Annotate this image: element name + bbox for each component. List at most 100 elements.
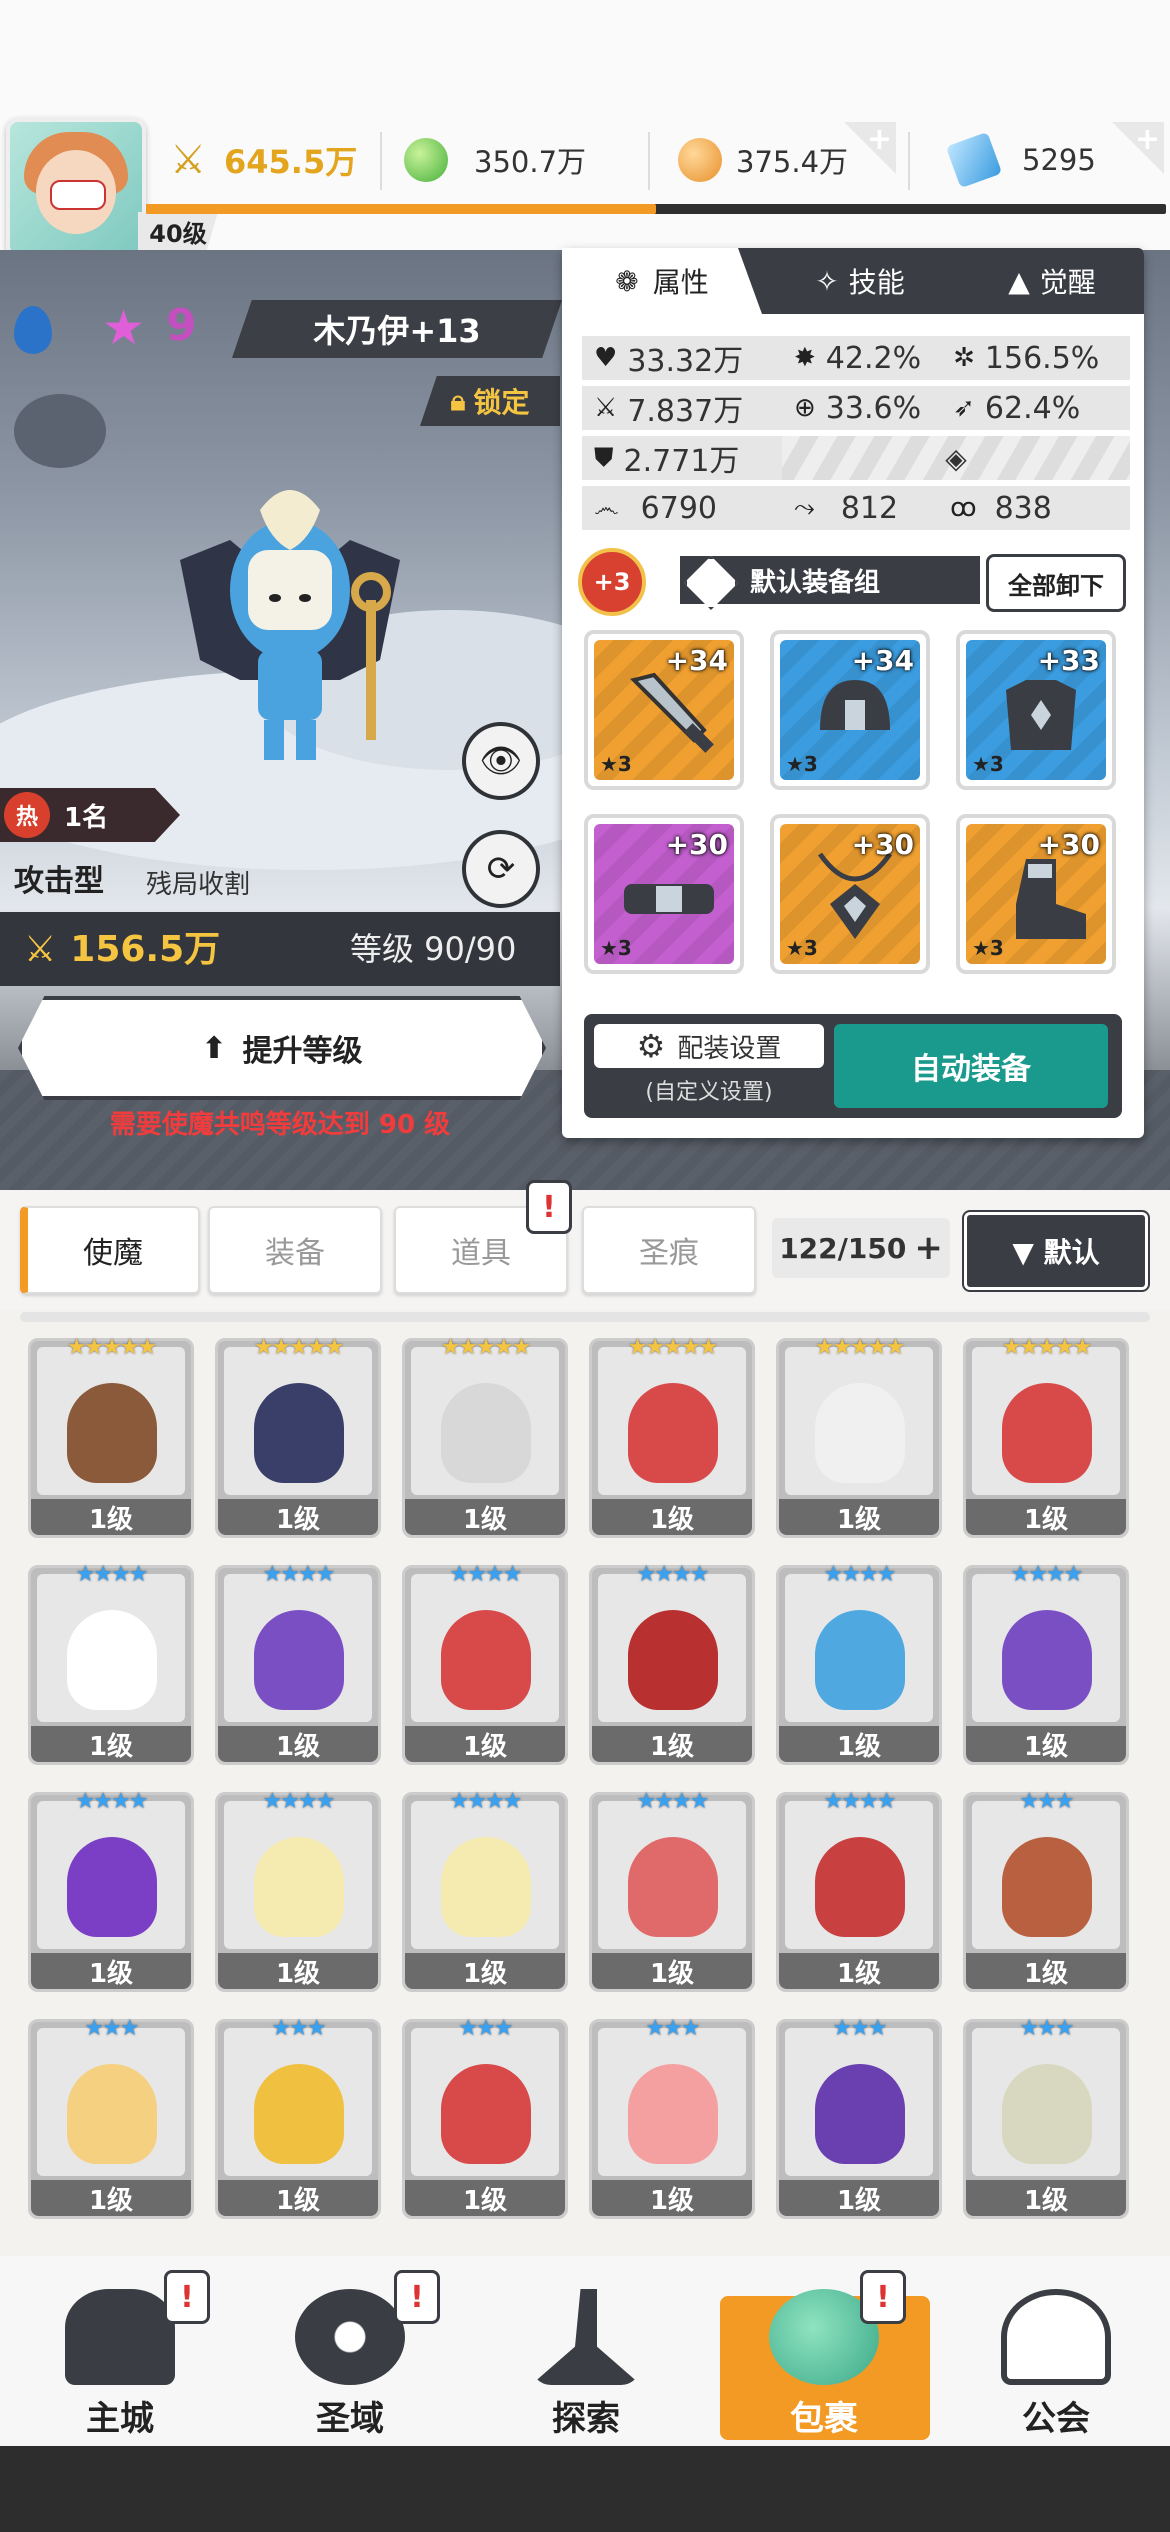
hero-name: 木乃伊+13 [232, 300, 562, 358]
familiar-grid: ★★★★★ 1级 ★★★★★ 1级 ★★★★★ 1级 ★★★★★ 1级 ★★★★★ 1级 ★★★★★… [0, 1330, 1170, 2256]
familiar-card[interactable]: ★★★★★ 1级 [402, 1335, 568, 1538]
monster-figure [441, 2064, 531, 2164]
card-stars: ★★★★★ [66, 1335, 158, 1360]
castle-icon [65, 2289, 175, 2385]
view-3d-button[interactable]: 👁︎ [462, 722, 540, 800]
familiar-card[interactable]: ★★★★ 1级 [776, 1789, 942, 1992]
hero-type: 攻击型 [14, 864, 104, 899]
card-stars: ★★★ [645, 2016, 700, 2041]
monster-figure [67, 2064, 157, 2164]
player-avatar[interactable] [6, 118, 146, 258]
rotate-button[interactable]: ⟳ [462, 830, 540, 908]
config-settings-button[interactable]: ⚙ 配装设置 [594, 1024, 824, 1068]
equip-slot-boots[interactable]: +30 ★3 [956, 814, 1116, 974]
familiar-portrait [37, 1801, 185, 1949]
familiar-card[interactable]: ★★★★ 1级 [963, 1562, 1129, 1765]
equip-slot-helmet[interactable]: +34 ★3 [770, 630, 930, 790]
monster-figure [441, 1383, 531, 1483]
gem-value: 5295 [1022, 143, 1096, 177]
familiar-card[interactable]: ★★★★ 1级 [28, 1562, 194, 1765]
familiar-card[interactable]: ★★★ 1级 [28, 2016, 194, 2219]
card-stars: ★★★★★ [627, 1335, 719, 1360]
mummy-character[interactable] [140, 480, 440, 800]
monster-figure [815, 1837, 905, 1937]
lock-button[interactable]: 🔒︎ 锁定 [420, 376, 560, 426]
familiar-portrait [37, 1574, 185, 1722]
tab-familiar[interactable]: 使魔 [20, 1206, 200, 1294]
heart-icon: ♥ [594, 343, 618, 373]
equip-slot-armor[interactable]: +33 ★3 [956, 630, 1116, 790]
equip-slot-belt[interactable]: +30 ★3 [584, 814, 744, 974]
familiar-card[interactable]: ★★★ 1级 [589, 2016, 755, 2219]
tab-awaken[interactable]: ▲ 觉醒 [960, 248, 1144, 314]
hot-rank-badge[interactable]: 热 1名 [0, 788, 180, 842]
equip-slot-weapon[interactable]: +34 ★3 [584, 630, 744, 790]
stat-crit-dmg: 156.5% [984, 340, 1100, 376]
tab-equipment[interactable]: 装备 [208, 1206, 382, 1294]
familiar-card[interactable]: ★★★★ 1级 [776, 1562, 942, 1765]
card-stars: ★★★★ [75, 1562, 149, 1587]
nav-explore[interactable]: 探索 [496, 2270, 676, 2440]
stat-atk: ⚔ 7.837万 [582, 386, 782, 430]
unequip-all-button[interactable]: 全部卸下 [986, 554, 1126, 612]
gem-resource[interactable]: 5295 [945, 126, 1096, 194]
familiar-card[interactable]: ★★★ 1级 [215, 2016, 381, 2219]
hero-power: ⚔ 156.5万 [24, 929, 221, 970]
familiar-card[interactable]: ★★★★★ 1级 [28, 1335, 194, 1538]
hero-skill-tag: 残局收割 [146, 870, 251, 900]
witch-hat-icon[interactable] [14, 394, 106, 468]
familiar-portrait [37, 2028, 185, 2176]
familiar-card[interactable]: ★★★★★ 1级 [215, 1335, 381, 1538]
card-stars: ★★★★ [823, 1789, 897, 1814]
familiar-card[interactable]: ★★★★ 1级 [28, 1789, 194, 1992]
tab-stigma[interactable]: 圣痕 [582, 1206, 756, 1294]
card-level: 1级 [31, 1726, 191, 1762]
familiar-card[interactable]: ★★★★ 1级 [215, 1562, 381, 1765]
familiar-portrait [785, 1801, 933, 1949]
swirl-icon: ෴ [594, 492, 619, 523]
familiar-card[interactable]: ★★★ 1级 [776, 2016, 942, 2219]
card-stars: ★★★★★ [814, 1335, 906, 1360]
monster-figure [254, 1837, 344, 1937]
monster-figure [628, 1837, 718, 1937]
bag-capacity[interactable]: 122/150 + [772, 1218, 950, 1278]
tab-attributes[interactable]: ❁ 属性 [562, 248, 762, 314]
auto-equip-button[interactable]: 自动装备 [834, 1024, 1108, 1108]
monster-figure [67, 1610, 157, 1710]
familiar-card[interactable]: ★★★ 1级 [402, 2016, 568, 2219]
orange-coin-resource[interactable]: 375.4万 [678, 126, 848, 194]
power-value: 645.5万 [224, 143, 358, 181]
familiar-card[interactable]: ★★★★★ 1级 [963, 1335, 1129, 1538]
star-icon: ★ [102, 300, 146, 356]
arrow-up-icon: ⬆ [201, 1030, 227, 1066]
equip-bg: +30 ★3 [594, 824, 734, 964]
card-level: 1级 [405, 2180, 565, 2216]
familiar-card[interactable]: ★★★★★ 1级 [589, 1335, 755, 1538]
familiar-card[interactable]: ★★★★ 1级 [402, 1789, 568, 1992]
tab-skills[interactable]: ✧ 技能 [770, 248, 950, 314]
familiar-portrait [972, 1801, 1120, 1949]
stat-s2: 812 [840, 490, 899, 526]
familiar-card[interactable]: ★★★ 1级 [963, 1789, 1129, 1992]
nav-guild[interactable]: 公会 [966, 2270, 1146, 2440]
stat-crit: 42.2% [825, 340, 922, 376]
upgrade-level-button[interactable]: ⬆ 提升等级 [18, 996, 546, 1100]
card-stars: ★★★ [1019, 2016, 1074, 2041]
stat-hit: 33.6% [825, 390, 922, 426]
card-level: 1级 [31, 2180, 191, 2216]
familiar-card[interactable]: ★★★★ 1级 [589, 1789, 755, 1992]
card-level: 1级 [779, 1726, 939, 1762]
familiar-card[interactable]: ★★★★★ 1级 [776, 1335, 942, 1538]
familiar-card[interactable]: ★★★★ 1级 [215, 1789, 381, 1992]
card-stars: ★★★ [1019, 1789, 1074, 1814]
sort-button[interactable]: ▼ 默认 [964, 1212, 1148, 1290]
requirement-text: 需要使魔共鸣等级达到 90 级 [109, 1110, 451, 1140]
card-level: 1级 [592, 1953, 752, 1989]
equip-bg: +30 ★3 [966, 824, 1106, 964]
equip-bonus-badge[interactable]: +3 [578, 548, 646, 616]
equip-slot-amulet[interactable]: +30 ★3 [770, 814, 930, 974]
card-stars: ★★★★ [262, 1562, 336, 1587]
familiar-card[interactable]: ★★★ 1级 [963, 2016, 1129, 2219]
familiar-card[interactable]: ★★★★ 1级 [589, 1562, 755, 1765]
familiar-card[interactable]: ★★★★ 1级 [402, 1562, 568, 1765]
